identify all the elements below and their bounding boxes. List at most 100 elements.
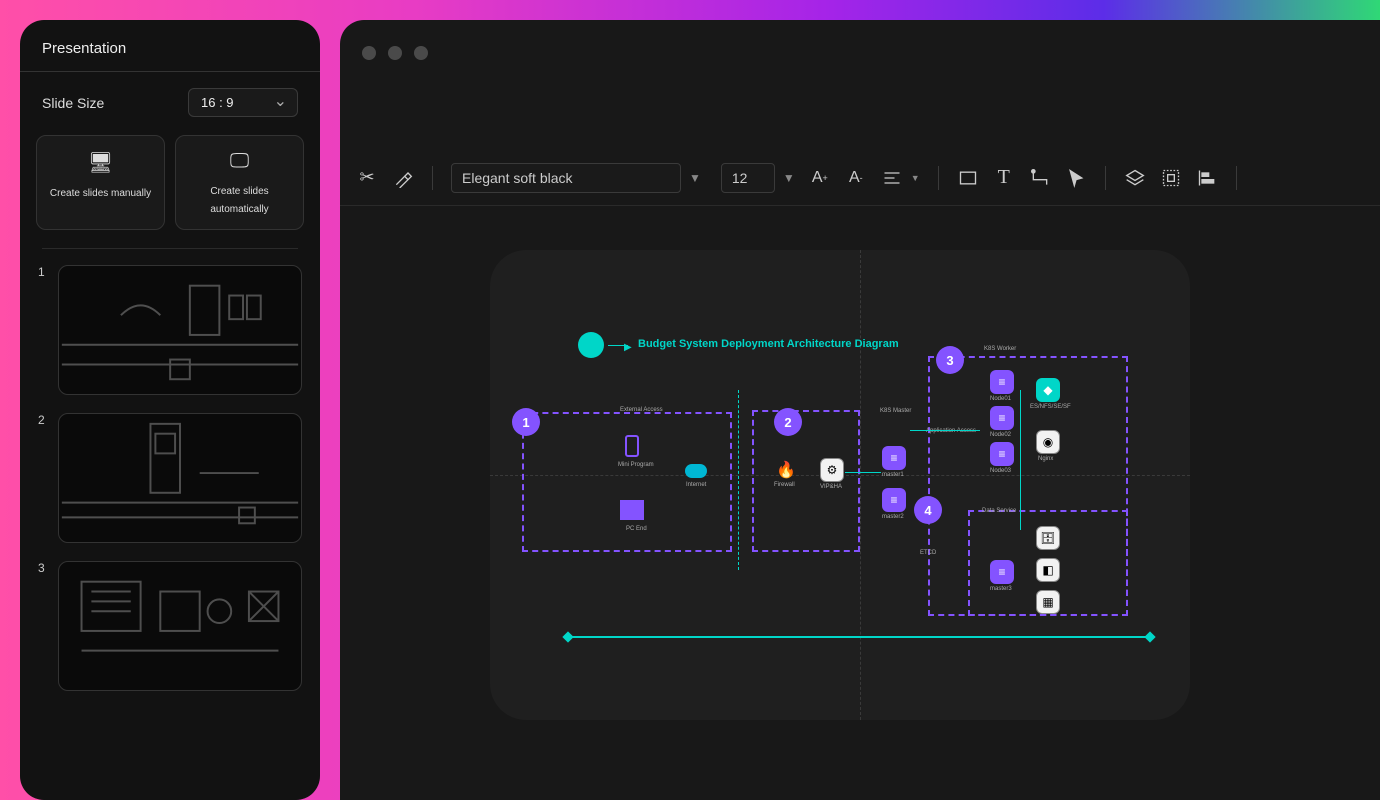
format-painter-icon[interactable] [392, 167, 414, 189]
badge-4: 4 [914, 496, 942, 524]
separator [1236, 166, 1237, 190]
label-master1: master1 [882, 472, 904, 478]
server-icon: ≡ [990, 442, 1014, 466]
chevron-down-icon[interactable]: ▼ [689, 171, 701, 185]
label-firewall: Firewall [774, 482, 795, 488]
group-network[interactable] [752, 410, 860, 552]
label-nginx: Nginx [1038, 456, 1053, 462]
label-pc-end: PC End [626, 526, 647, 532]
thumb-row: 1 [38, 265, 302, 395]
monitor-plus-icon: 🖥 [43, 150, 158, 175]
server-icon: ≡ [990, 560, 1014, 584]
label-k8s-master: K8S Master [880, 408, 911, 414]
server-icon: ≡ [990, 406, 1014, 430]
create-auto-button[interactable]: 🖵 Create slides automatically [175, 135, 304, 230]
group-icon[interactable] [1160, 167, 1182, 189]
server-icon: ≡ [990, 370, 1014, 394]
window-controls [362, 46, 428, 60]
label-es-ms: ES/NFS/SE/SF [1030, 404, 1071, 410]
monitor-icon [620, 500, 644, 520]
align-objects-icon[interactable] [1196, 167, 1218, 189]
thumb-number: 1 [38, 265, 50, 279]
separator [432, 166, 433, 190]
slide-thumb-2[interactable] [58, 413, 302, 543]
thumb-row: 2 [38, 413, 302, 543]
create-auto-label: Create slides automatically [210, 186, 268, 215]
label-node01: Node01 [990, 396, 1011, 402]
font-size-select[interactable]: 12 [721, 163, 775, 193]
create-manual-label: Create slides manually [50, 188, 151, 199]
vip-ha-icon: ⚙ [820, 458, 844, 482]
connector-icon[interactable] [1029, 167, 1051, 189]
text-icon[interactable]: T [993, 167, 1015, 189]
slide-thumb-1[interactable] [58, 265, 302, 395]
slide-size-label: Slide Size [42, 95, 104, 111]
label-node02: Node02 [990, 432, 1011, 438]
label-master2: master2 [882, 514, 904, 520]
slide-thumb-3[interactable] [58, 561, 302, 691]
decrease-font-icon[interactable]: A- [845, 167, 867, 189]
monitor-auto-icon: 🖵 [182, 150, 297, 173]
thumb-number: 3 [38, 561, 50, 575]
thumb-row: 3 [38, 561, 302, 691]
connector-line [1020, 390, 1021, 530]
chevron-down-icon[interactable]: ▼ [783, 171, 795, 185]
thumb-number: 2 [38, 413, 50, 427]
timeline-bar[interactable] [568, 636, 1150, 638]
label-etcd: ETCD [920, 550, 936, 556]
label-master3: master3 [990, 586, 1012, 592]
window-close-icon[interactable] [362, 46, 376, 60]
cloud-icon [685, 464, 707, 478]
separator [938, 166, 939, 190]
slide-canvas[interactable]: ▶ Budget System Deployment Architecture … [490, 250, 1190, 720]
font-name-select[interactable]: Elegant soft black [451, 163, 681, 193]
server-icon: ≡ [882, 446, 906, 470]
create-buttons: 🖥 Create slides manually 🖵 Create slides… [36, 135, 304, 230]
label-k8s-worker: K8S Worker [984, 346, 1016, 352]
label-internet: Internet [686, 482, 706, 488]
layers-icon[interactable] [1124, 167, 1146, 189]
nginx-icon: ◉ [1036, 430, 1060, 454]
sidebar: Presentation Slide Size 16 : 9 🖥 Create … [20, 20, 320, 800]
label-app-access: Application Access [926, 428, 976, 434]
server-icon: ≡ [882, 488, 906, 512]
rectangle-icon[interactable] [957, 167, 979, 189]
divider [42, 248, 298, 249]
connector-line [845, 472, 881, 473]
connector-line [910, 430, 980, 431]
service-icon: ◧ [1036, 558, 1060, 582]
badge-1: 1 [512, 408, 540, 436]
app: Presentation Slide Size 16 : 9 🖥 Create … [20, 20, 1380, 800]
label-data-service: Data Service [982, 508, 1016, 514]
label-vip-ha: VIP&HA [820, 484, 842, 490]
service-icon: ▦ [1036, 590, 1060, 614]
phone-icon [625, 435, 639, 457]
connector-line [738, 390, 739, 570]
diagram-title: Budget System Deployment Architecture Di… [638, 338, 899, 350]
increase-font-icon[interactable]: A+ [809, 167, 831, 189]
pointer-icon[interactable] [1065, 167, 1087, 189]
database-icon: 🗄 [1036, 526, 1060, 550]
sidebar-title: Presentation [36, 40, 304, 57]
slide-size-select[interactable]: 16 : 9 [188, 88, 298, 117]
window-maximize-icon[interactable] [414, 46, 428, 60]
label-external-access: External Access [620, 407, 663, 413]
label-mini-program: Mini Program [618, 462, 654, 468]
cut-icon[interactable]: ✂ [356, 167, 378, 189]
separator [1105, 166, 1106, 190]
firewall-icon: 🔥 [776, 460, 796, 480]
window-minimize-icon[interactable] [388, 46, 402, 60]
create-manual-button[interactable]: 🖥 Create slides manually [36, 135, 165, 230]
badge-3: 3 [936, 346, 964, 374]
title-dot-icon [578, 332, 604, 358]
arrow-right-icon: ▶ [624, 342, 632, 353]
badge-2: 2 [774, 408, 802, 436]
main-editor: ✂ Elegant soft black ▼ 12 ▼ A+ A- ▼ T [340, 20, 1380, 800]
slide-size-row: Slide Size 16 : 9 [36, 88, 304, 117]
guide-line [860, 250, 861, 720]
align-icon[interactable] [881, 167, 903, 189]
label-node03: Node03 [990, 468, 1011, 474]
toolbar: ✂ Elegant soft black ▼ 12 ▼ A+ A- ▼ T [340, 150, 1380, 206]
cube-icon: ◆ [1036, 378, 1060, 402]
chevron-down-icon[interactable]: ▼ [911, 173, 920, 183]
